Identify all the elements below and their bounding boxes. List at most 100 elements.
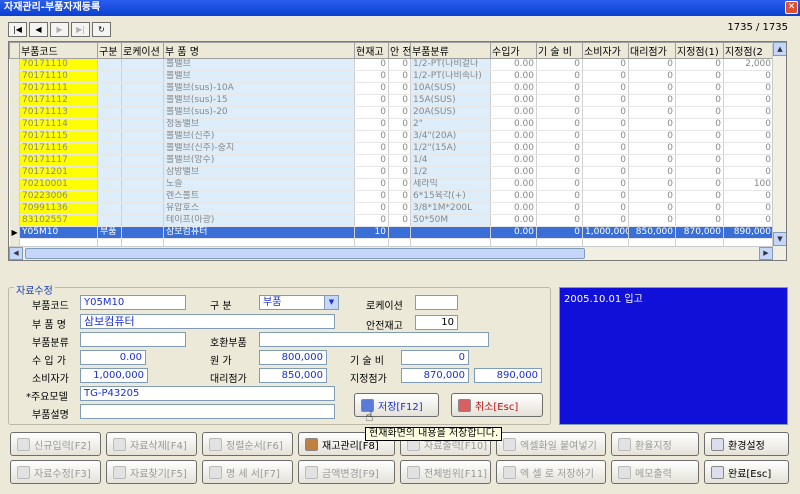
- table-cell[interactable]: 0: [388, 94, 411, 107]
- table-cell[interactable]: [97, 94, 122, 107]
- table-cell[interactable]: [121, 70, 164, 83]
- table-cell[interactable]: 0: [388, 202, 411, 215]
- table-cell[interactable]: 0: [354, 130, 389, 143]
- table-cell[interactable]: 0: [723, 130, 774, 143]
- table-cell[interactable]: [97, 166, 122, 179]
- column-header[interactable]: 부품코드: [19, 42, 98, 59]
- table-cell[interactable]: 0: [536, 82, 583, 95]
- sort-order-button[interactable]: 정렬순서[F6]: [202, 432, 293, 456]
- memo-print-button[interactable]: 메모출력: [611, 460, 699, 484]
- table-cell[interactable]: 1/4: [410, 154, 491, 167]
- row-indicator[interactable]: [9, 166, 20, 179]
- table-row[interactable]: 70171116 볼밸브(신주)-중지 0 0 1/2"(15A) 0.00 0 0 0 0 0: [9, 142, 774, 155]
- table-cell[interactable]: 0: [582, 94, 629, 107]
- table-cell[interactable]: [97, 214, 122, 227]
- table-cell[interactable]: 0: [628, 58, 676, 71]
- table-cell[interactable]: 0: [582, 142, 629, 155]
- first-record-button[interactable]: |◀: [8, 22, 27, 37]
- cancel-button[interactable]: 취소[Esc]: [451, 393, 543, 417]
- table-cell[interactable]: 70171117: [19, 154, 98, 167]
- row-indicator[interactable]: [9, 178, 20, 191]
- table-cell[interactable]: 0: [628, 82, 676, 95]
- table-row[interactable]: ▶ Y05M10 부품 삼보컴퓨터 10 0.00 0 1,000,000 850,000 870…: [9, 226, 774, 239]
- table-cell[interactable]: 0: [354, 58, 389, 71]
- table-cell[interactable]: 0.00: [490, 106, 537, 119]
- excel-paste-button[interactable]: 엑셀화일 붙여넣기: [496, 432, 606, 456]
- table-cell[interactable]: 0: [582, 178, 629, 191]
- row-indicator[interactable]: [9, 82, 20, 95]
- table-cell[interactable]: 0: [723, 94, 774, 107]
- chevron-down-icon[interactable]: ▼: [324, 296, 338, 309]
- table-cell[interactable]: 70210001: [19, 178, 98, 191]
- cost-field[interactable]: 800,000: [259, 350, 327, 365]
- column-header[interactable]: 로케이션: [121, 42, 164, 59]
- table-cell[interactable]: 0: [628, 70, 676, 83]
- table-cell[interactable]: 0: [675, 82, 724, 95]
- row-indicator[interactable]: [9, 202, 20, 215]
- table-cell[interactable]: [97, 106, 122, 119]
- consumer-price-field[interactable]: 1,000,000: [80, 368, 148, 383]
- table-cell[interactable]: 70171113: [19, 106, 98, 119]
- table-cell[interactable]: 0: [536, 214, 583, 227]
- model-field[interactable]: TG-P43205: [80, 386, 335, 401]
- table-cell[interactable]: 0: [723, 118, 774, 131]
- table-cell[interactable]: 0: [388, 58, 411, 71]
- table-cell[interactable]: [410, 226, 491, 239]
- table-cell[interactable]: 1/2"(15A): [410, 142, 491, 155]
- table-row[interactable]: 83102557 테이프(아광) 0 0 50*50M 0.00 0 0 0 0 0: [9, 214, 774, 227]
- table-cell[interactable]: 0: [388, 154, 411, 167]
- table-row[interactable]: 70171110 볼밸브 0 0 1/2-PT(나비겉나 0.00 0 0 0 0 2,000: [9, 58, 774, 71]
- column-header[interactable]: 구분: [97, 42, 122, 59]
- find-record-button[interactable]: 자료찾기[F5]: [106, 460, 197, 484]
- table-cell[interactable]: 부품: [97, 226, 122, 239]
- table-cell[interactable]: 0: [536, 226, 583, 239]
- code-field[interactable]: Y05M10: [80, 295, 186, 310]
- table-cell[interactable]: 0: [354, 190, 389, 203]
- table-cell[interactable]: 세라믹: [410, 178, 491, 191]
- memo-area[interactable]: 2005.10.01 입고: [559, 287, 788, 425]
- table-cell[interactable]: 870,000: [675, 226, 724, 239]
- table-cell[interactable]: [121, 82, 164, 95]
- delete-record-button[interactable]: 자료삭제[F4]: [106, 432, 197, 456]
- table-cell[interactable]: 0: [628, 130, 676, 143]
- table-cell[interactable]: 70171116: [19, 142, 98, 155]
- table-cell[interactable]: 0: [536, 166, 583, 179]
- table-cell[interactable]: 1/2-PT(나비겉나: [410, 58, 491, 71]
- table-cell[interactable]: 0: [723, 166, 774, 179]
- row-indicator[interactable]: [9, 130, 20, 143]
- table-cell[interactable]: 0: [675, 70, 724, 83]
- table-cell[interactable]: 0: [675, 166, 724, 179]
- table-cell[interactable]: [388, 226, 411, 239]
- table-cell[interactable]: 0: [628, 118, 676, 131]
- row-indicator[interactable]: [9, 190, 20, 203]
- table-cell[interactable]: 70223006: [19, 190, 98, 203]
- table-cell[interactable]: 테이프(아광): [163, 214, 355, 227]
- refresh-icon[interactable]: ↻: [92, 22, 111, 37]
- table-cell[interactable]: 0: [536, 190, 583, 203]
- designated-price-2-field[interactable]: 890,000: [474, 368, 542, 383]
- table-cell[interactable]: 15A(SUS): [410, 94, 491, 107]
- full-range-button[interactable]: 전체범위[F11]: [400, 460, 491, 484]
- table-cell[interactable]: 0: [675, 142, 724, 155]
- table-cell[interactable]: 10A(SUS): [410, 82, 491, 95]
- table-cell[interactable]: 0: [723, 214, 774, 227]
- table-cell[interactable]: 0: [536, 94, 583, 107]
- row-indicator[interactable]: [9, 118, 20, 131]
- table-row[interactable]: 70223006 렌스볼트 0 0 6*15육각(+) 0.00 0 0 0 0 0: [9, 190, 774, 203]
- table-cell[interactable]: 0: [675, 106, 724, 119]
- table-cell[interactable]: [121, 166, 164, 179]
- table-cell[interactable]: 0: [388, 130, 411, 143]
- table-cell[interactable]: 0.00: [490, 178, 537, 191]
- table-cell[interactable]: 890,000: [723, 226, 774, 239]
- table-cell[interactable]: 0: [628, 166, 676, 179]
- table-cell[interactable]: 0: [628, 178, 676, 191]
- row-indicator[interactable]: [9, 106, 20, 119]
- column-header[interactable]: 대리점가: [628, 42, 676, 59]
- table-cell[interactable]: 0: [723, 70, 774, 83]
- table-cell[interactable]: 0: [628, 94, 676, 107]
- table-cell[interactable]: [97, 178, 122, 191]
- settings-button[interactable]: 환경설정: [704, 432, 789, 456]
- table-row[interactable]: 70171112 볼밸브(sus)-15 0 0 15A(SUS) 0.00 0 0 0 0 0: [9, 94, 774, 107]
- table-cell[interactable]: 0: [628, 106, 676, 119]
- table-row[interactable]: 70171117 볼밸브(앙수) 0 0 1/4 0.00 0 0 0 0 0: [9, 154, 774, 167]
